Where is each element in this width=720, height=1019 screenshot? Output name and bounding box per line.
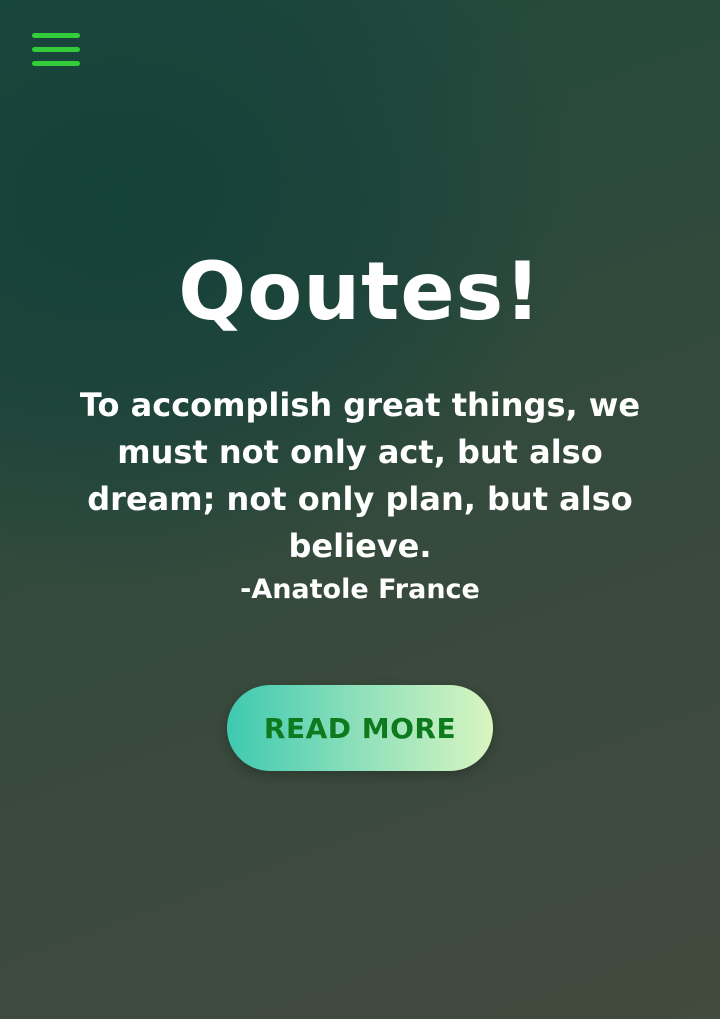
quote-author: -Anatole France	[240, 574, 480, 605]
menu-bar-bottom	[32, 61, 80, 66]
quote-text: To accomplish great things, we must not …	[79, 386, 641, 565]
menu-bar-top	[32, 33, 80, 38]
read-more-button[interactable]: READ MORE	[227, 685, 493, 771]
hamburger-menu-icon[interactable]	[32, 33, 80, 69]
menu-bar-middle	[32, 47, 80, 52]
page-title: Qoutes!	[178, 245, 542, 338]
